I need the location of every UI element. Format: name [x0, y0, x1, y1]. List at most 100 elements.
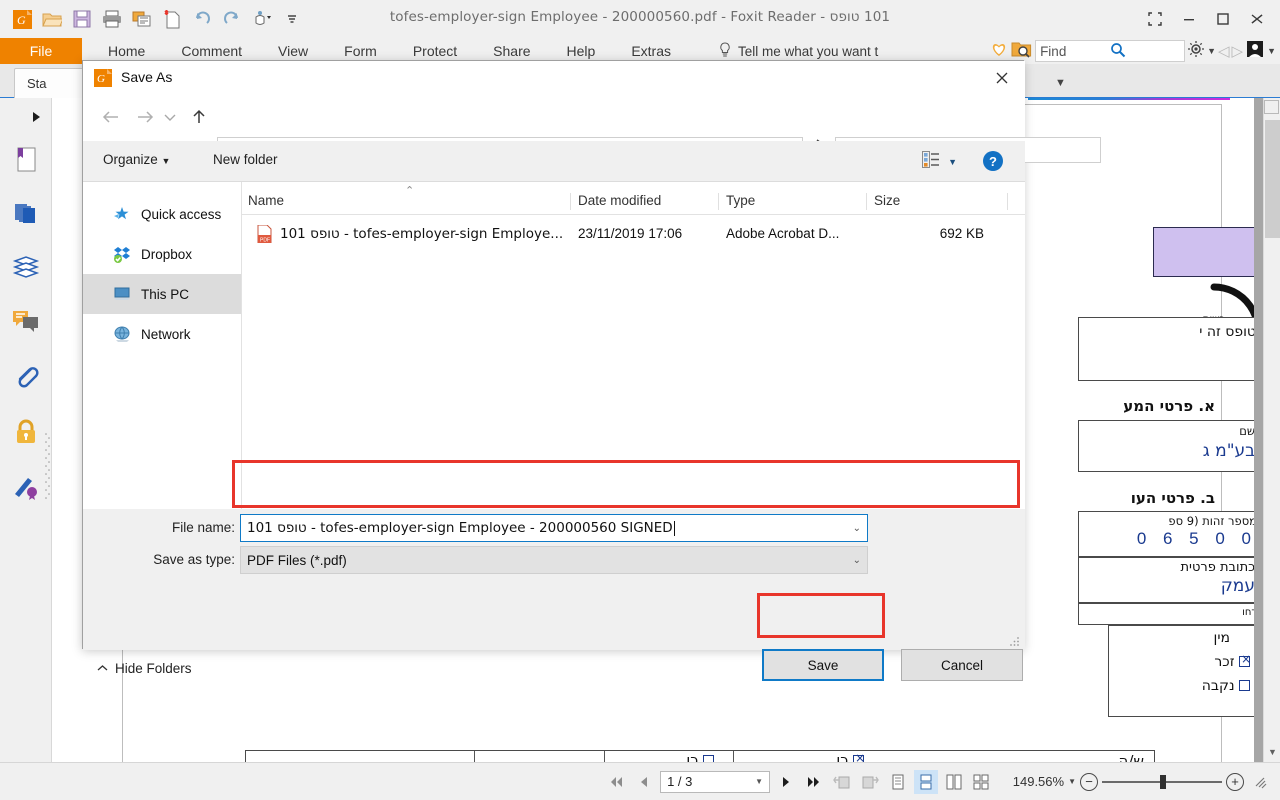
cancel-button[interactable]: Cancel — [901, 649, 1023, 681]
header-divider-3[interactable] — [866, 193, 867, 210]
sidebar-label-dropbox: Dropbox — [141, 246, 193, 262]
save-button[interactable]: Save — [762, 649, 884, 681]
last-page-icon[interactable] — [802, 770, 826, 794]
organize-button[interactable]: Organize ▼ — [103, 152, 170, 167]
fund-yes-checkbox[interactable] — [703, 755, 714, 762]
zoom-in-button[interactable]: + — [1226, 772, 1244, 791]
attachments-icon[interactable] — [10, 360, 42, 392]
table-row[interactable]: PDF 101 טופס - tofes-employer-sign Emplo… — [242, 220, 1025, 248]
sidebar-label-quick-access: Quick access — [141, 206, 222, 222]
lightbulb-icon — [718, 41, 732, 61]
panel-splitter[interactable] — [45, 428, 50, 508]
pension-yes-checkbox[interactable] — [853, 751, 865, 762]
facing-continuous-icon[interactable] — [970, 770, 994, 794]
gear-dropdown-icon[interactable]: ▼ — [1207, 46, 1216, 56]
minimize-icon[interactable] — [1172, 6, 1206, 32]
column-header-type[interactable]: Type — [726, 193, 755, 208]
security-lock-icon[interactable] — [10, 416, 42, 448]
zoom-out-button[interactable]: − — [1080, 772, 1098, 791]
previous-page-icon[interactable] — [632, 770, 656, 794]
new-folder-button[interactable]: New folder — [213, 152, 278, 167]
find-placeholder: Find — [1040, 43, 1067, 59]
column-header-name[interactable]: Name — [248, 193, 284, 208]
page-dropdown-icon[interactable]: ▼ — [755, 777, 763, 786]
maximize-icon[interactable] — [1206, 6, 1240, 32]
female-checkbox[interactable] — [1239, 680, 1250, 691]
previous-view-icon[interactable]: ◁ — [1218, 42, 1230, 60]
find-input[interactable]: Find — [1035, 40, 1186, 62]
pages-icon[interactable] — [10, 198, 42, 230]
sidebar-item-quick-access[interactable]: Quick access — [83, 194, 241, 234]
form-name-value: בע"מ ג — [1202, 441, 1255, 461]
close-icon[interactable] — [979, 61, 1025, 95]
next-page-icon[interactable] — [774, 770, 798, 794]
save-as-type-select[interactable]: PDF Files (*.pdf) ⌄ — [240, 546, 868, 574]
zoom-dropdown-icon[interactable]: ▼ — [1068, 777, 1076, 786]
scrollbar-thumb[interactable] — [1265, 120, 1280, 238]
navigation-panel-rail — [0, 98, 52, 762]
form-address-label: כתובת פרטית — [1180, 560, 1256, 575]
header-divider-2[interactable] — [718, 193, 719, 210]
expand-arrow-icon[interactable] — [32, 110, 42, 128]
first-page-icon[interactable] — [604, 770, 628, 794]
account-avatar[interactable] — [1245, 39, 1265, 64]
rotate-left-icon[interactable] — [830, 770, 854, 794]
next-view-icon[interactable]: ▷ — [1232, 42, 1244, 60]
sidebar-label-this-pc: This PC — [141, 286, 190, 302]
form-note-text: טופס זה י — [1199, 324, 1256, 340]
dialog-resize-grip[interactable] — [1009, 635, 1021, 647]
file-list[interactable]: ⌃ Name Date modified Type Size PDF 101 ט… — [242, 182, 1025, 510]
sidebar-item-this-pc[interactable]: This PC — [83, 274, 241, 314]
document-resize-grip[interactable] — [1254, 98, 1263, 762]
form-gender-label: מין — [1213, 630, 1230, 646]
account-dropdown-icon[interactable]: ▼ — [1267, 46, 1276, 56]
zoom-slider-knob[interactable] — [1160, 774, 1166, 789]
zoom-slider[interactable] — [1102, 774, 1222, 790]
sidebar-label-network: Network — [141, 326, 191, 342]
chevron-down-icon: ▼ — [161, 156, 171, 166]
ad-collapse-icon[interactable]: ▼ — [1055, 77, 1066, 89]
bookmark-icon[interactable] — [10, 144, 42, 176]
sidebar-item-dropbox[interactable]: Dropbox — [83, 234, 241, 274]
sidebar-item-network[interactable]: Network — [83, 314, 241, 354]
restore-size-icon[interactable] — [1138, 6, 1172, 32]
back-arrow-icon[interactable] — [97, 103, 125, 131]
header-divider-1[interactable] — [570, 193, 571, 210]
form-name-label: שם — [1239, 424, 1255, 438]
column-header-size[interactable]: Size — [874, 193, 900, 208]
facing-pages-icon[interactable] — [942, 770, 966, 794]
close-icon[interactable] — [1240, 6, 1274, 32]
gear-icon[interactable] — [1187, 40, 1205, 63]
digital-signature-icon[interactable] — [10, 470, 42, 502]
document-vertical-scrollbar[interactable]: ▲ ▼ — [1263, 98, 1280, 762]
chevron-down-icon[interactable]: ⌄ — [853, 555, 861, 566]
file-menu-tab[interactable]: File — [0, 38, 82, 64]
single-page-view-icon[interactable] — [886, 770, 910, 794]
recent-locations-icon[interactable] — [161, 103, 179, 131]
view-mode-control[interactable]: ▼ — [922, 151, 957, 173]
form-address-value: עמק — [1220, 576, 1255, 596]
up-one-level-icon[interactable] — [185, 103, 213, 131]
ribbon-right-tools: Find ▼ ◁ ▷ ▼ — [989, 38, 1276, 64]
file-name-input[interactable]: 101 טופס - tofes-employer-sign Employee … — [240, 514, 868, 542]
header-divider-4[interactable] — [1007, 193, 1008, 210]
scroll-down-icon[interactable]: ▼ — [1264, 743, 1280, 760]
help-button[interactable]: ? — [983, 151, 1003, 171]
male-checkbox[interactable] — [1239, 652, 1251, 667]
chevron-down-icon[interactable]: ⌄ — [853, 523, 861, 534]
search-icon[interactable] — [1110, 42, 1180, 61]
continuous-view-icon[interactable] — [914, 769, 939, 794]
column-header-date[interactable]: Date modified — [578, 193, 661, 208]
ad-banner-free-word-to-pdf[interactable]: Free Word to PDF Converter W ➧ PDF — [1028, 98, 1230, 100]
fund-yes-2: כן — [686, 751, 714, 762]
hide-folders-button[interactable]: Hide Folders — [97, 661, 192, 676]
window-resize-grip-icon[interactable] — [1248, 770, 1272, 794]
rotate-right-icon[interactable] — [858, 770, 882, 794]
page-number-input[interactable]: 1 / 3 ▼ — [660, 770, 771, 793]
chevron-down-icon[interactable]: ▼ — [948, 157, 957, 167]
comments-icon[interactable] — [10, 306, 42, 338]
forward-arrow-icon[interactable] — [131, 103, 159, 131]
form-employer-name-box: שם בע"מ ג — [1078, 420, 1263, 472]
view-mode-icon[interactable] — [922, 151, 940, 173]
layers-icon[interactable] — [10, 251, 42, 283]
